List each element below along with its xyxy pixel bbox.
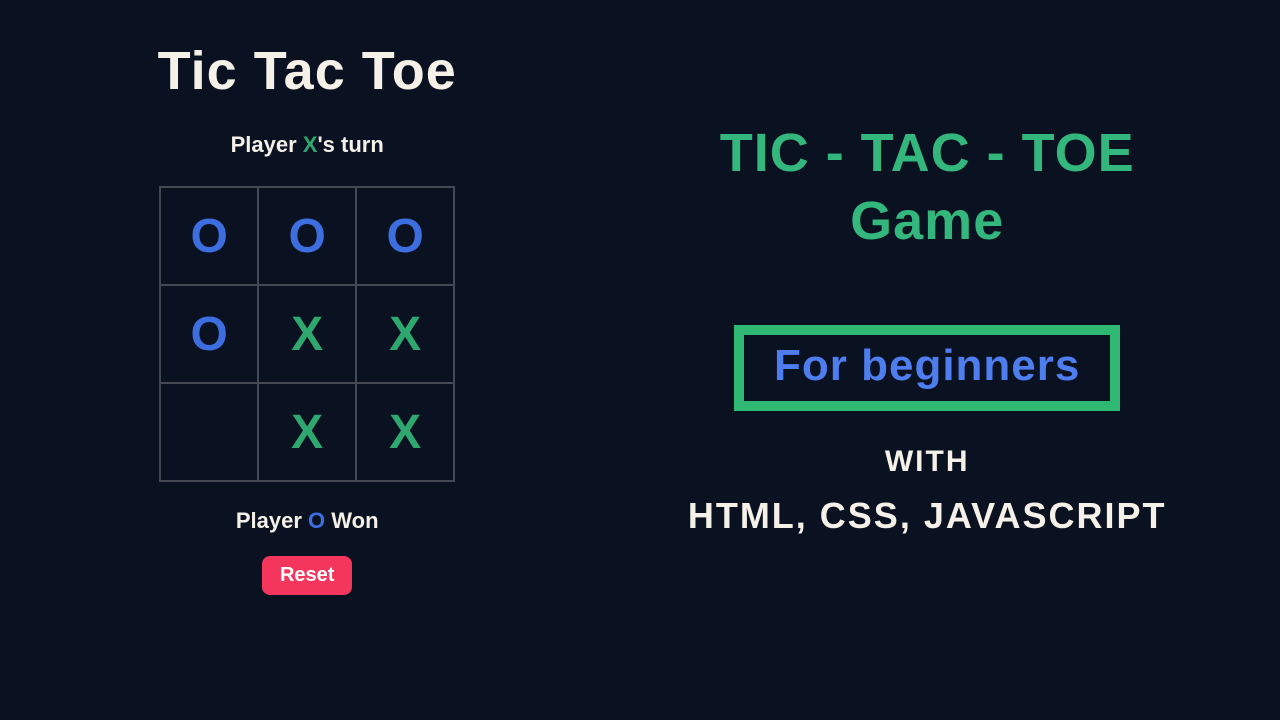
cell-3[interactable]: O bbox=[160, 285, 258, 383]
promo-title-line1: TIC - TAC - TOE bbox=[720, 120, 1135, 188]
with-label: WITH bbox=[885, 445, 970, 479]
cell-7[interactable]: X bbox=[258, 383, 356, 481]
status-line: Player O Won bbox=[236, 508, 379, 534]
cell-6[interactable] bbox=[160, 383, 258, 481]
cell-5[interactable]: X bbox=[356, 285, 454, 383]
tech-label: HTML, CSS, JAVASCRIPT bbox=[688, 495, 1167, 537]
promo-panel: TIC - TAC - TOE Game For beginners WITH … bbox=[614, 0, 1280, 720]
beginners-badge-text: For beginners bbox=[774, 341, 1080, 390]
turn-indicator: Player X's turn bbox=[231, 132, 384, 158]
cell-8[interactable]: X bbox=[356, 383, 454, 481]
promo-title: TIC - TAC - TOE Game bbox=[720, 120, 1135, 255]
reset-button[interactable]: Reset bbox=[262, 556, 352, 595]
game-board: O O O O X X X X bbox=[159, 186, 455, 482]
cell-1[interactable]: O bbox=[258, 187, 356, 285]
game-panel: Tic Tac Toe Player X's turn O O O O X X … bbox=[0, 0, 614, 720]
cell-4[interactable]: X bbox=[258, 285, 356, 383]
game-title: Tic Tac Toe bbox=[158, 40, 457, 102]
turn-player: X bbox=[303, 132, 318, 157]
turn-suffix: 's turn bbox=[317, 132, 383, 157]
cell-0[interactable]: O bbox=[160, 187, 258, 285]
turn-prefix: Player bbox=[231, 132, 303, 157]
status-player: O bbox=[308, 508, 325, 533]
status-suffix: Won bbox=[325, 508, 378, 533]
status-prefix: Player bbox=[236, 508, 308, 533]
cell-2[interactable]: O bbox=[356, 187, 454, 285]
beginners-badge: For beginners bbox=[734, 325, 1120, 411]
promo-title-line2: Game bbox=[720, 188, 1135, 256]
